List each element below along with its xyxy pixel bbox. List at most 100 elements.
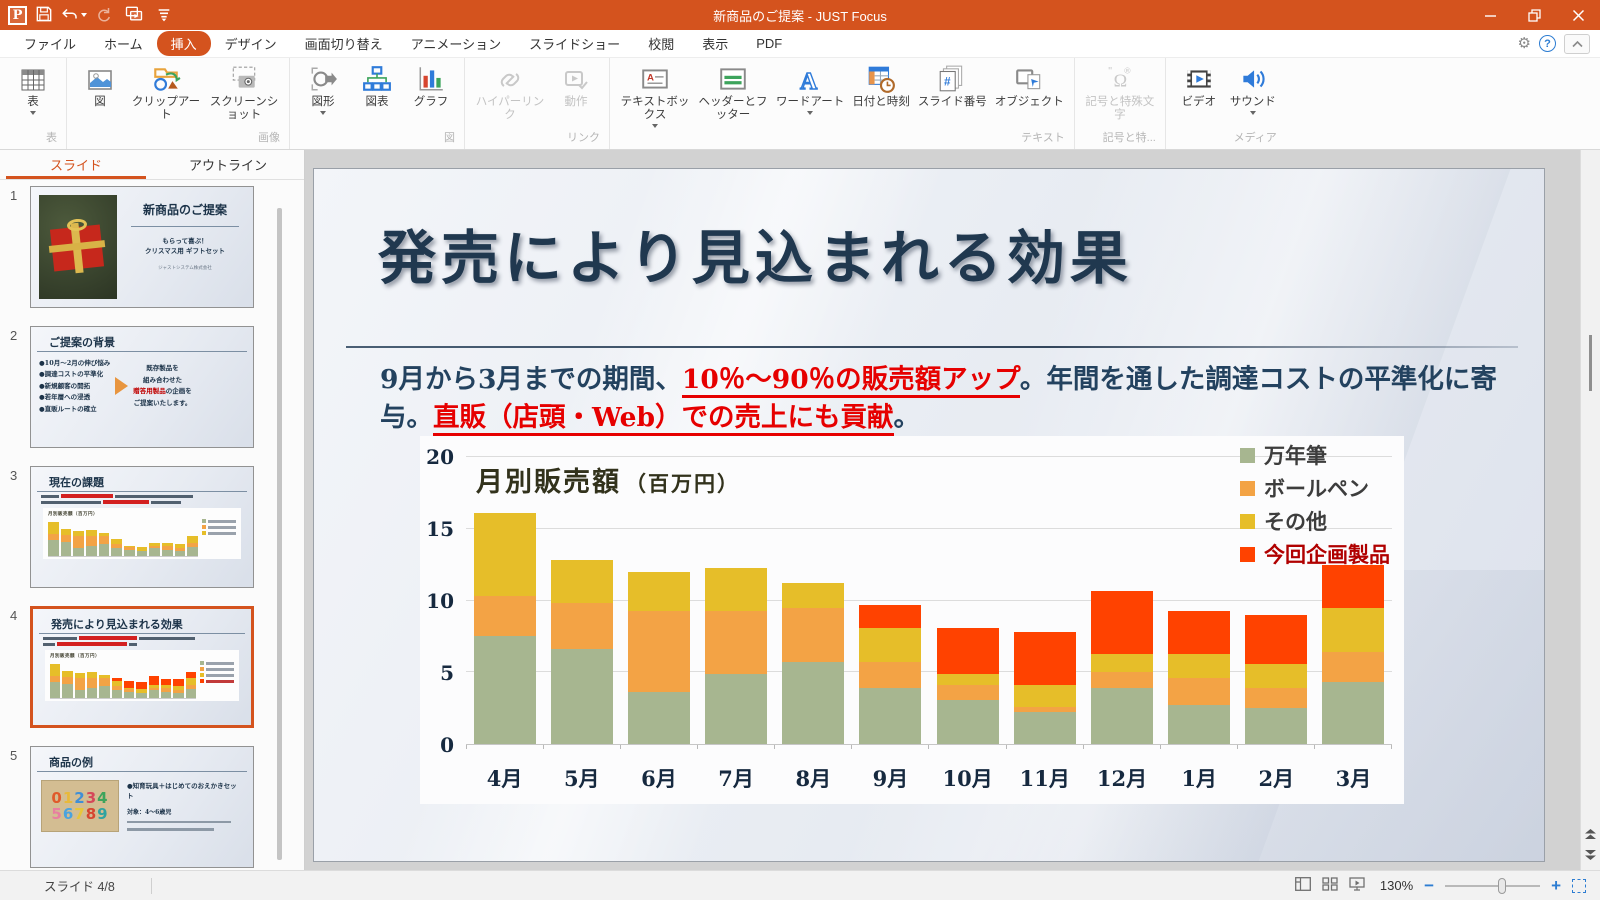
vertical-scrollbar[interactable] xyxy=(1580,150,1600,870)
sidebar-tab-slides[interactable]: スライド xyxy=(0,150,152,179)
insert-header-footer-button[interactable]: ヘッダーとフッター xyxy=(694,64,772,122)
insert-shapes-button[interactable]: 図形 xyxy=(296,64,350,115)
axis-tick xyxy=(1237,745,1238,749)
mini-bar-segment xyxy=(75,690,85,698)
redo-button[interactable] xyxy=(91,3,117,27)
menu-tab-design[interactable]: デザイン xyxy=(211,31,291,56)
mini-bar xyxy=(61,529,72,556)
save-button[interactable] xyxy=(31,3,57,27)
bar-segment xyxy=(705,674,767,744)
insert-video-button[interactable]: ビデオ xyxy=(1172,64,1226,109)
bar-segment xyxy=(1245,615,1307,664)
mini-bar-segment xyxy=(124,550,135,557)
ribbon-group-illustrations: 図形 図表 グラフ 図 xyxy=(289,58,464,149)
zoom-level[interactable]: 130% xyxy=(1380,878,1413,893)
bar-segment xyxy=(628,572,690,611)
mini-bar-segment xyxy=(124,692,134,699)
insert-clipart-button[interactable]: クリップアート xyxy=(127,64,205,122)
thumbnail-number: 3 xyxy=(6,466,30,483)
x-axis-label: 9月 xyxy=(852,763,929,793)
undo-icon xyxy=(61,5,79,26)
thumb3-chart-legend xyxy=(202,517,236,557)
slideshow-from-current-button[interactable] xyxy=(121,3,147,27)
menu-tab-insert[interactable]: 挿入 xyxy=(157,31,211,56)
menu-tab-pdf[interactable]: PDF xyxy=(742,33,796,54)
zoom-out-button[interactable]: − xyxy=(1424,877,1434,894)
sidebar-tab-outline[interactable]: アウトライン xyxy=(152,150,304,179)
fit-to-window-button[interactable] xyxy=(1572,879,1586,893)
slide-body-text[interactable]: 9月から3月までの期間、10％～90％の販売額アップ。年間を通した調達コストの平… xyxy=(380,361,1530,436)
picture-icon xyxy=(86,64,114,94)
titlebar: P 新商品のご提案 - JUST Focus xyxy=(0,0,1600,30)
normal-view-button[interactable] xyxy=(1295,877,1311,894)
slide-thumbnail-2[interactable]: ご提案の背景 ●10月～2月の伸び悩み ●調達コストの平準化 ●新規顧客の開拓 … xyxy=(30,326,254,448)
menu-tab-animations[interactable]: アニメーション xyxy=(397,31,515,56)
slide-thumbnail-1[interactable]: 新商品のご提案 もらって喜ぶ！ クリスマス用 ギフトセット ジャストシステム株式… xyxy=(30,186,254,308)
legend-item: 今回企画製品 xyxy=(1240,539,1390,569)
slide-title[interactable]: 発売により見込まれる効果 xyxy=(378,211,1133,295)
x-axis-label: 7月 xyxy=(698,763,775,793)
insert-screenshot-button[interactable]: スクリーンショット xyxy=(205,64,283,122)
vertical-scrollbar-thumb[interactable] xyxy=(1589,335,1592,391)
zoom-slider-thumb[interactable] xyxy=(1498,878,1506,894)
mini-bar-segment xyxy=(149,676,159,685)
settings-gear-icon[interactable]: ⚙ xyxy=(1518,36,1531,51)
insert-textbox-button[interactable]: A テキストボックス xyxy=(616,64,694,128)
bar-segment xyxy=(1168,678,1230,705)
chart-icon xyxy=(416,64,446,94)
collapse-ribbon-button[interactable] xyxy=(1564,34,1590,54)
slide-thumbnail-5[interactable]: 商品の例 0123456789 ●知育玩具＋はじめてのおえかきセット 対象：4～… xyxy=(30,746,254,868)
digit: 4 xyxy=(97,790,108,807)
legend-label: 万年筆 xyxy=(1264,440,1327,470)
menu-tab-slideshow[interactable]: スライドショー xyxy=(515,31,634,56)
slideshow-view-button[interactable] xyxy=(1349,877,1365,894)
chart-bar-column xyxy=(852,457,929,744)
insert-object-button[interactable]: オブジェクト xyxy=(991,64,1068,109)
insert-diagram-button[interactable]: 図表 xyxy=(350,64,404,109)
menu-tab-file[interactable]: ファイル xyxy=(10,31,90,56)
mini-bar-segment xyxy=(61,542,72,556)
customize-toolbar-button[interactable] xyxy=(151,3,177,27)
menu-tab-transitions[interactable]: 画面切り替え xyxy=(291,31,397,56)
main-chart-xlabels: 4月5月6月7月8月9月10月11月12月1月2月3月 xyxy=(466,763,1392,793)
thumbnail-chart: 月別販売額（百万円） xyxy=(45,650,239,701)
slide-thumbnail-4-selected[interactable]: 発売により見込まれる効果 月別販売額（百万円） xyxy=(30,606,254,728)
menu-tab-view[interactable]: 表示 xyxy=(688,31,742,56)
stacked-bar xyxy=(1168,457,1230,744)
mini-bar xyxy=(149,676,159,698)
mini-bar xyxy=(137,547,148,556)
chart-object[interactable]: 月別販売額（百万円） 05101520 4月5月6月7月8月9月10月11月12… xyxy=(420,436,1404,804)
insert-wordart-button[interactable]: A ワードアート xyxy=(772,64,848,115)
sidebar-scrollbar[interactable] xyxy=(277,208,282,860)
slide-thumbnail-3[interactable]: 現在の課題 月別販売額（百万円） xyxy=(30,466,254,588)
mini-bar-segment xyxy=(50,682,60,698)
bar-segment xyxy=(937,674,999,685)
legend-item: ボールペン xyxy=(1240,473,1390,503)
stacked-bar xyxy=(782,457,844,744)
axis-tick xyxy=(697,745,698,749)
zoom-slider[interactable] xyxy=(1445,885,1540,887)
undo-button[interactable] xyxy=(61,3,87,27)
insert-datetime-button[interactable]: 日付と時刻 xyxy=(848,64,914,109)
insert-slide-number-button[interactable]: # スライド番号 xyxy=(914,64,991,109)
previous-slide-button[interactable] xyxy=(1584,828,1597,843)
shapes-icon xyxy=(308,64,338,94)
insert-chart-button[interactable]: グラフ xyxy=(404,64,458,109)
insert-picture-button[interactable]: 図 xyxy=(73,64,127,109)
zoom-in-button[interactable]: + xyxy=(1551,877,1561,894)
insert-table-button[interactable]: 表 xyxy=(6,64,60,115)
minimize-button[interactable] xyxy=(1468,0,1512,30)
menu-tab-home[interactable]: ホーム xyxy=(90,31,157,56)
mini-bar xyxy=(86,530,97,556)
slide-canvas[interactable]: 発売により見込まれる効果 9月から3月までの期間、10％～90％の販売額アップ。… xyxy=(313,168,1545,862)
close-button[interactable] xyxy=(1556,0,1600,30)
insert-sound-button[interactable]: サウンド xyxy=(1226,64,1280,115)
slide-sorter-view-button[interactable] xyxy=(1322,877,1338,894)
next-slide-button[interactable] xyxy=(1584,849,1597,864)
slide-number-icon: # xyxy=(937,64,967,94)
menu-tab-review[interactable]: 校閲 xyxy=(634,31,688,56)
help-icon[interactable]: ? xyxy=(1539,35,1556,52)
mini-legend-item xyxy=(200,673,234,677)
maximize-button[interactable] xyxy=(1512,0,1556,30)
mini-legend-item xyxy=(200,679,234,683)
